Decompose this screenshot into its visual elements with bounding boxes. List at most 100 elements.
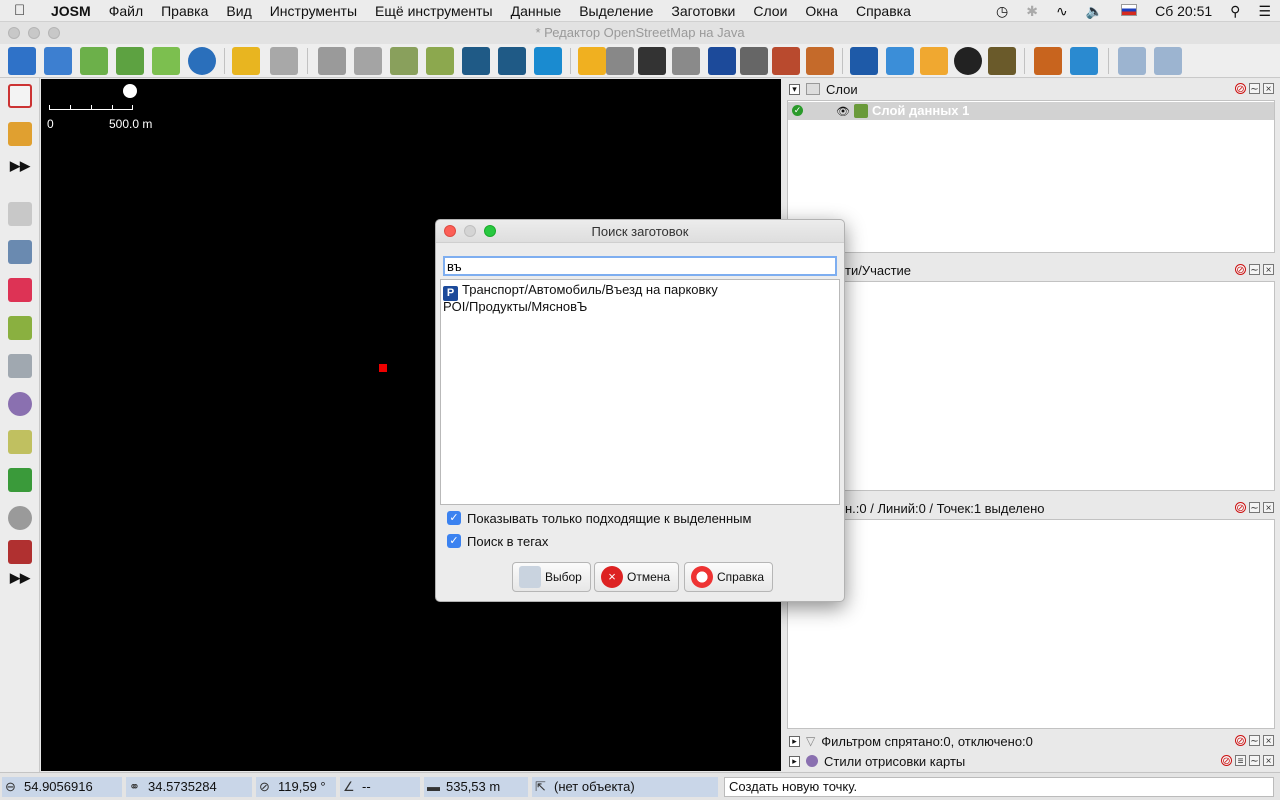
hotel-icon[interactable] (886, 47, 914, 75)
only-matching-checkbox-row[interactable]: ✓ Показывать только подходящие к выделен… (447, 509, 751, 527)
sign-icon[interactable] (672, 47, 700, 75)
preset-search-input[interactable] (443, 256, 837, 276)
wall-icon[interactable] (772, 47, 800, 75)
flag-icon[interactable] (1121, 3, 1138, 19)
select-button[interactable]: Выбор (512, 562, 591, 592)
tile-layer-icon[interactable] (462, 47, 490, 75)
list-item[interactable]: POI/Продукты/МясновЪ (443, 298, 587, 315)
peak-icon[interactable] (1034, 47, 1062, 75)
relations-panel-header[interactable]: ти/Участие ⊘ ∼ × (783, 260, 1280, 280)
bluetooth-icon[interactable]: ✱ (1026, 3, 1038, 20)
redo-icon[interactable] (270, 47, 298, 75)
commands-toggle-icon[interactable] (8, 316, 32, 340)
styles-panel-header[interactable]: ▸ Стили отрисовки карты ⊘ ≡ ∼ × (783, 751, 1280, 771)
panel-settings-icon[interactable]: ≡ (1235, 755, 1246, 767)
layers-toggle-icon[interactable] (8, 202, 32, 226)
search-preset2-icon[interactable] (1154, 47, 1182, 75)
search-tags-checkbox[interactable]: ✓ (447, 534, 461, 548)
notes-toggle-icon[interactable] (8, 430, 32, 454)
upload-icon[interactable] (152, 47, 180, 75)
globe-icon[interactable] (188, 47, 216, 75)
menu-presets[interactable]: Заготовки (662, 0, 744, 22)
menu-edit[interactable]: Правка (152, 0, 217, 22)
dialog-zoom-button[interactable] (484, 225, 496, 237)
more-toggles-arrow-icon[interactable]: ▶▶ (10, 570, 30, 586)
info-icon[interactable] (850, 47, 878, 75)
help-button[interactable]: Справка (684, 562, 774, 592)
tags-toggle-icon[interactable] (8, 240, 32, 264)
menu-view[interactable]: Вид (217, 0, 260, 22)
visibility-eye-icon[interactable]: 👁 (836, 105, 850, 118)
menu-layers[interactable]: Слои (744, 0, 796, 22)
panel-close-red-icon[interactable]: ⊘ (1235, 83, 1246, 95)
panel-close-red-icon[interactable]: ⊘ (1221, 755, 1232, 767)
menu-app-name[interactable]: JOSM (42, 0, 100, 22)
list-item[interactable]: P Транспорт/Автомобиль/Въезд на парковку (443, 281, 718, 301)
zoom-search-icon[interactable] (426, 47, 454, 75)
river-icon[interactable] (1070, 47, 1098, 75)
industrial-icon[interactable] (988, 47, 1016, 75)
window-zoom-button[interactable] (48, 27, 60, 39)
imagery-icon[interactable] (318, 47, 346, 75)
panel-close-icon[interactable]: × (1263, 83, 1274, 95)
panel-close-red-icon[interactable]: ⊘ (1235, 264, 1246, 276)
expand-icon[interactable]: ▸ (789, 755, 800, 767)
menu-tools[interactable]: Инструменты (261, 0, 366, 22)
menu-more-tools[interactable]: Ещё инструменты (366, 0, 502, 22)
draw-tool-icon[interactable] (8, 122, 32, 146)
football-icon[interactable] (954, 47, 982, 75)
save-icon[interactable] (44, 47, 72, 75)
panel-close-red-icon[interactable]: ⊘ (1235, 502, 1246, 514)
wms-tms-icon[interactable] (390, 47, 418, 75)
relations-toggle-icon[interactable] (8, 278, 32, 302)
open-file-icon[interactable] (8, 47, 36, 75)
layer-row[interactable]: ✓ 👁 Слой данных 1 (788, 102, 1274, 120)
panel-detach-icon[interactable]: ∼ (1249, 735, 1260, 747)
apple-icon[interactable]:  (14, 2, 42, 19)
window-close-button[interactable] (8, 27, 20, 39)
only-matching-checkbox[interactable]: ✓ (447, 511, 461, 525)
styles-toggle-icon[interactable] (8, 392, 32, 416)
selection-panel-header[interactable]: н.:0 / Линий:0 / Точек:1 выделено ⊘ ∼ × (783, 498, 1280, 518)
road-icon[interactable] (578, 47, 606, 75)
collapse-icon[interactable]: ▾ (789, 83, 800, 95)
menu-windows[interactable]: Окна (796, 0, 847, 22)
selected-node[interactable] (379, 364, 387, 372)
parking-icon[interactable] (708, 47, 736, 75)
volume-icon[interactable]: 🔈 (1086, 3, 1103, 20)
traffic-signal-icon[interactable] (740, 47, 768, 75)
wifi-icon[interactable]: ∿ (1056, 3, 1068, 20)
filter-toggle-icon[interactable] (8, 354, 32, 378)
panel-close-icon[interactable]: × (1263, 735, 1274, 747)
zoom-slider-handle[interactable] (123, 84, 137, 98)
window-minimize-button[interactable] (28, 27, 40, 39)
imagery2-icon[interactable] (354, 47, 382, 75)
history-toggle-icon[interactable] (8, 506, 32, 530)
panel-detach-icon[interactable]: ∼ (1249, 83, 1260, 95)
cancel-button[interactable]: × Отмена (594, 562, 680, 592)
menu-file[interactable]: Файл (100, 0, 152, 22)
dialog-minimize-button[interactable] (464, 225, 476, 237)
undo-icon[interactable] (232, 47, 260, 75)
shop-icon[interactable] (920, 47, 948, 75)
validator-toggle-icon[interactable] (8, 468, 32, 492)
panel-detach-icon[interactable]: ∼ (1249, 264, 1260, 276)
panel-detach-icon[interactable]: ∼ (1249, 755, 1260, 767)
layers-panel-header[interactable]: ▾ Слои ⊘ ∼ × (783, 79, 1280, 99)
download-area-icon[interactable] (116, 47, 144, 75)
notification-center-icon[interactable]: ☰ (1258, 3, 1271, 20)
active-check-icon[interactable]: ✓ (792, 105, 803, 116)
bing-icon[interactable] (534, 47, 562, 75)
railway-icon[interactable] (638, 47, 666, 75)
panel-close-red-icon[interactable]: ⊘ (1235, 735, 1246, 747)
panel-detach-icon[interactable]: ∼ (1249, 502, 1260, 514)
changeset-toggle-icon[interactable] (8, 540, 32, 564)
menu-data[interactable]: Данные (502, 0, 571, 22)
download-icon[interactable] (80, 47, 108, 75)
panel-close-icon[interactable]: × (1263, 264, 1274, 276)
fence-icon[interactable] (806, 47, 834, 75)
spotlight-icon[interactable]: ⚲ (1230, 3, 1240, 20)
filter-panel-header[interactable]: ▸ ▽ Фильтром спрятано:0, отключено:0 ⊘ ∼… (783, 731, 1280, 751)
menu-selection[interactable]: Выделение (570, 0, 662, 22)
menu-help[interactable]: Справка (847, 0, 920, 22)
